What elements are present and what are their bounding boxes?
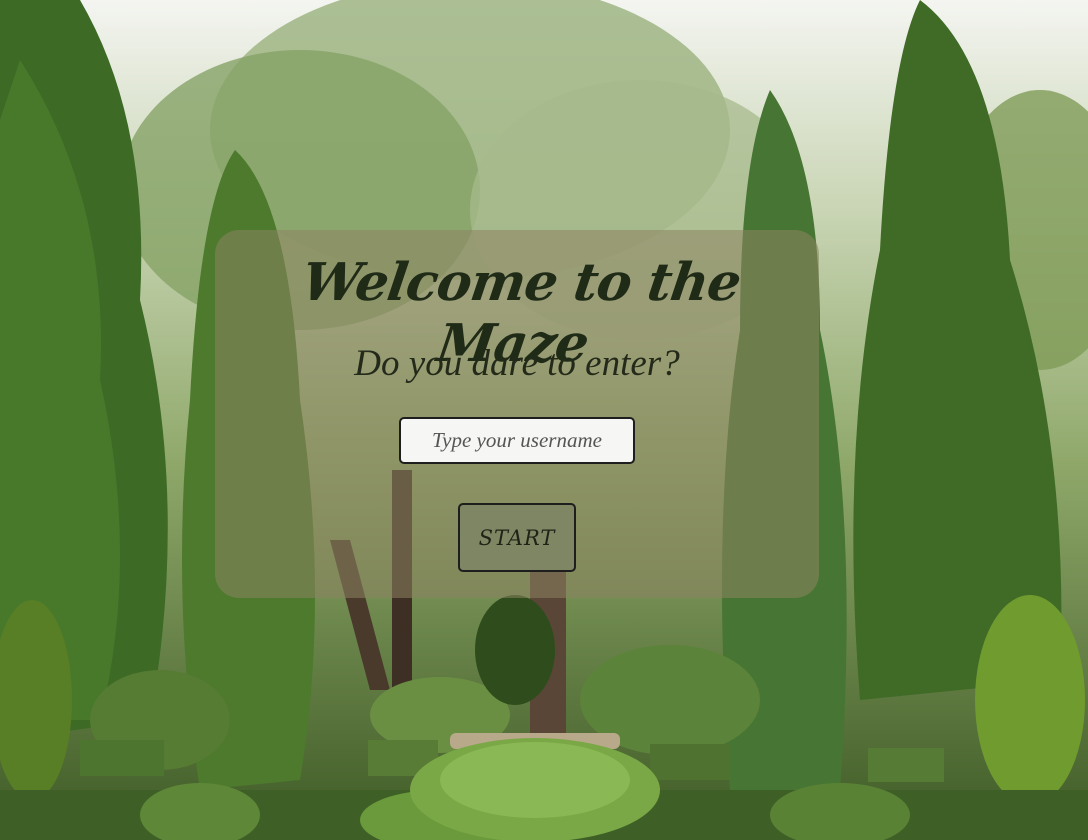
start-button[interactable]: START [458, 503, 576, 572]
page-subtitle: Do you dare to enter? [354, 343, 680, 384]
welcome-panel: Welcome to the Maze Do you dare to enter… [215, 230, 819, 598]
maze-landing-screen: Welcome to the Maze Do you dare to enter… [0, 0, 1088, 840]
username-input[interactable] [399, 417, 635, 464]
